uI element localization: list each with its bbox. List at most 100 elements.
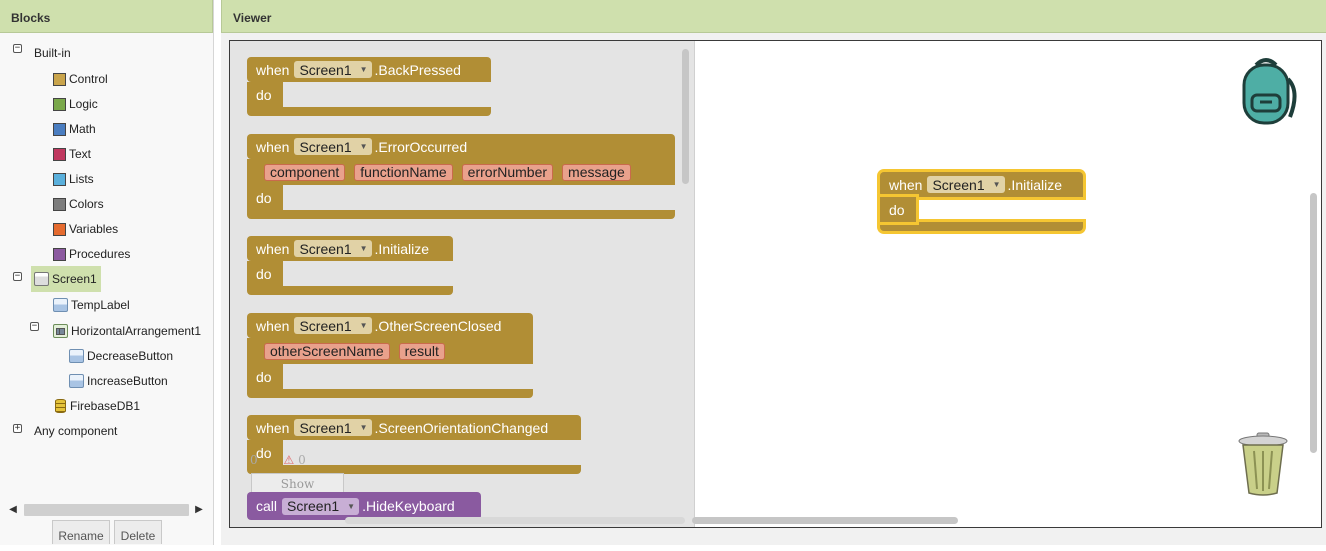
tree-item-label: Screen1 (52, 272, 97, 286)
any-component-expand-icon[interactable]: + (13, 424, 22, 433)
dropdown-caret-icon: ▼ (359, 142, 368, 151)
show-warnings-button[interactable]: Show Warnings (251, 473, 344, 512)
delete-button[interactable]: Delete (114, 520, 162, 544)
viewer-title: Viewer (221, 0, 1326, 33)
tree-item-label: Procedures (69, 247, 131, 261)
tree-item-label: DecreaseButton (87, 349, 174, 363)
dropdown-caret-icon: ▼ (359, 65, 368, 74)
tree-item-screen1[interactable]: Screen1 (31, 266, 101, 292)
tree-item-builtin[interactable]: Built-in (34, 43, 71, 63)
tree-item-label: HorizontalArrangement1 (71, 324, 202, 338)
method-name: .HideKeyboard (362, 498, 455, 514)
tree-item-colors[interactable]: Colors (53, 194, 104, 214)
tree-item-label: IncreaseButton (87, 374, 168, 388)
event-block-backpressed[interactable]: when Screen1 ▼ .BackPressed do (247, 57, 491, 116)
do-label: do (880, 197, 916, 222)
tree-item-firebasedb[interactable]: FirebaseDB1 (55, 396, 140, 416)
block-keyword: when (256, 419, 290, 436)
event-name: .OtherScreenClosed (374, 317, 502, 334)
workspace-block-initialize[interactable]: when Screen1 ▼ .Initialize do (880, 172, 1083, 231)
component-dropdown[interactable]: Screen1 ▼ (282, 497, 360, 515)
tree-item-variables[interactable]: Variables (53, 219, 118, 239)
tree-item-label: Built-in (34, 46, 71, 60)
event-name: .Initialize (374, 240, 430, 257)
param-result[interactable]: result (398, 342, 445, 360)
dropdown-value: Screen1 (299, 317, 352, 334)
scrollbar-thumb[interactable] (24, 504, 189, 516)
warning-icon: ⚠ (283, 453, 295, 467)
tree-item-templabel[interactable]: TempLabel (53, 295, 130, 315)
backpack-icon[interactable] (1230, 55, 1302, 127)
param-other-screen-name[interactable]: otherScreenName (264, 342, 390, 360)
procedures-swatch-icon (53, 247, 66, 261)
do-label: do (247, 82, 283, 107)
trash-icon[interactable] (1235, 431, 1291, 497)
component-dropdown[interactable]: Screen1 ▼ (927, 176, 1005, 193)
tree-item-math[interactable]: Math (53, 119, 96, 139)
logic-swatch-icon (53, 97, 66, 111)
warning-count: 0 (250, 453, 258, 467)
call-block-hidekeyboard[interactable]: call Screen1 ▼ .HideKeyboard (247, 492, 481, 520)
event-block-initialize[interactable]: when Screen1 ▼ .Initialize do (247, 236, 453, 295)
tree-item-logic[interactable]: Logic (53, 94, 98, 114)
dropdown-caret-icon: ▼ (359, 423, 368, 432)
param-component[interactable]: component (264, 163, 346, 181)
dropdown-value: Screen1 (299, 240, 352, 257)
dropdown-caret-icon: ▼ (359, 244, 368, 253)
param-message[interactable]: message (562, 163, 631, 181)
flyout-hscrollbar[interactable] (345, 517, 685, 524)
tree-item-label: Control (69, 72, 108, 86)
tree-item-label: Lists (69, 172, 94, 186)
blocks-panel: Blocks − Built-in Control Logic Math Tex… (0, 0, 214, 545)
horizontal-arrangement-icon (53, 324, 68, 338)
component-dropdown[interactable]: Screen1 ▼ (294, 138, 372, 155)
label-icon (53, 298, 68, 312)
math-swatch-icon (53, 122, 66, 136)
screen1-collapse-icon[interactable]: − (13, 272, 22, 281)
component-dropdown[interactable]: Screen1 ▼ (294, 61, 372, 78)
block-bottom (247, 107, 491, 116)
tree-item-horizontal-arrangement[interactable]: HorizontalArrangement1 (53, 321, 201, 341)
builtin-collapse-icon[interactable]: − (13, 44, 22, 53)
event-block-otherscreenclosed[interactable]: when Screen1 ▼ .OtherScreenClosed otherSc… (247, 313, 533, 398)
tree-item-decrease-button[interactable]: DecreaseButton (69, 346, 173, 366)
event-name: .ScreenOrientationChanged (374, 419, 549, 436)
block-keyword: when (256, 317, 290, 334)
dropdown-value: Screen1 (299, 138, 352, 155)
tree-item-text[interactable]: Text (53, 144, 91, 164)
tree-item-procedures[interactable]: Procedures (53, 244, 130, 264)
block-keyword: when (256, 61, 290, 78)
dropdown-value: Screen1 (299, 61, 352, 78)
tree-item-any-component[interactable]: Any component (34, 421, 117, 441)
scroll-left-icon[interactable]: ◀ (6, 502, 20, 518)
database-icon (55, 399, 66, 413)
event-name: .ErrorOccurred (374, 138, 468, 155)
workspace-vscrollbar[interactable] (1310, 193, 1317, 453)
tree-item-label: Text (69, 147, 92, 161)
colors-swatch-icon (53, 197, 66, 211)
component-dropdown[interactable]: Screen1 ▼ (294, 419, 372, 436)
blocks-flyout[interactable]: when Screen1 ▼ .BackPressed do when Scree… (230, 41, 695, 527)
component-dropdown[interactable]: Screen1 ▼ (294, 317, 372, 334)
component-dropdown[interactable]: Screen1 ▼ (294, 240, 372, 257)
dropdown-caret-icon: ▼ (347, 501, 356, 511)
tree-item-control[interactable]: Control (53, 69, 108, 89)
param-function-name[interactable]: functionName (354, 163, 453, 181)
do-label: do (247, 261, 283, 286)
control-swatch-icon (53, 72, 66, 86)
error-count: 0 (298, 453, 306, 467)
tree-item-increase-button[interactable]: IncreaseButton (69, 371, 168, 391)
workspace-hscrollbar[interactable] (692, 517, 958, 524)
blocks-tree-hscrollbar[interactable]: ◀ ▶ (0, 502, 213, 518)
block-bottom (247, 389, 533, 398)
tree-item-label: TempLabel (71, 298, 130, 312)
flyout-vscrollbar[interactable] (682, 49, 689, 184)
tree-item-lists[interactable]: Lists (53, 169, 94, 189)
block-keyword: when (256, 138, 290, 155)
horizontal-arrangement-collapse-icon[interactable]: − (30, 322, 39, 331)
scroll-right-icon[interactable]: ▶ (192, 502, 206, 518)
blocks-workspace[interactable]: when Screen1 ▼ .BackPressed do when Scree… (229, 40, 1322, 528)
event-block-erroroccurred[interactable]: when Screen1 ▼ .ErrorOccurred component f… (247, 134, 675, 219)
param-error-number[interactable]: errorNumber (461, 163, 554, 181)
rename-button[interactable]: Rename (52, 520, 110, 544)
